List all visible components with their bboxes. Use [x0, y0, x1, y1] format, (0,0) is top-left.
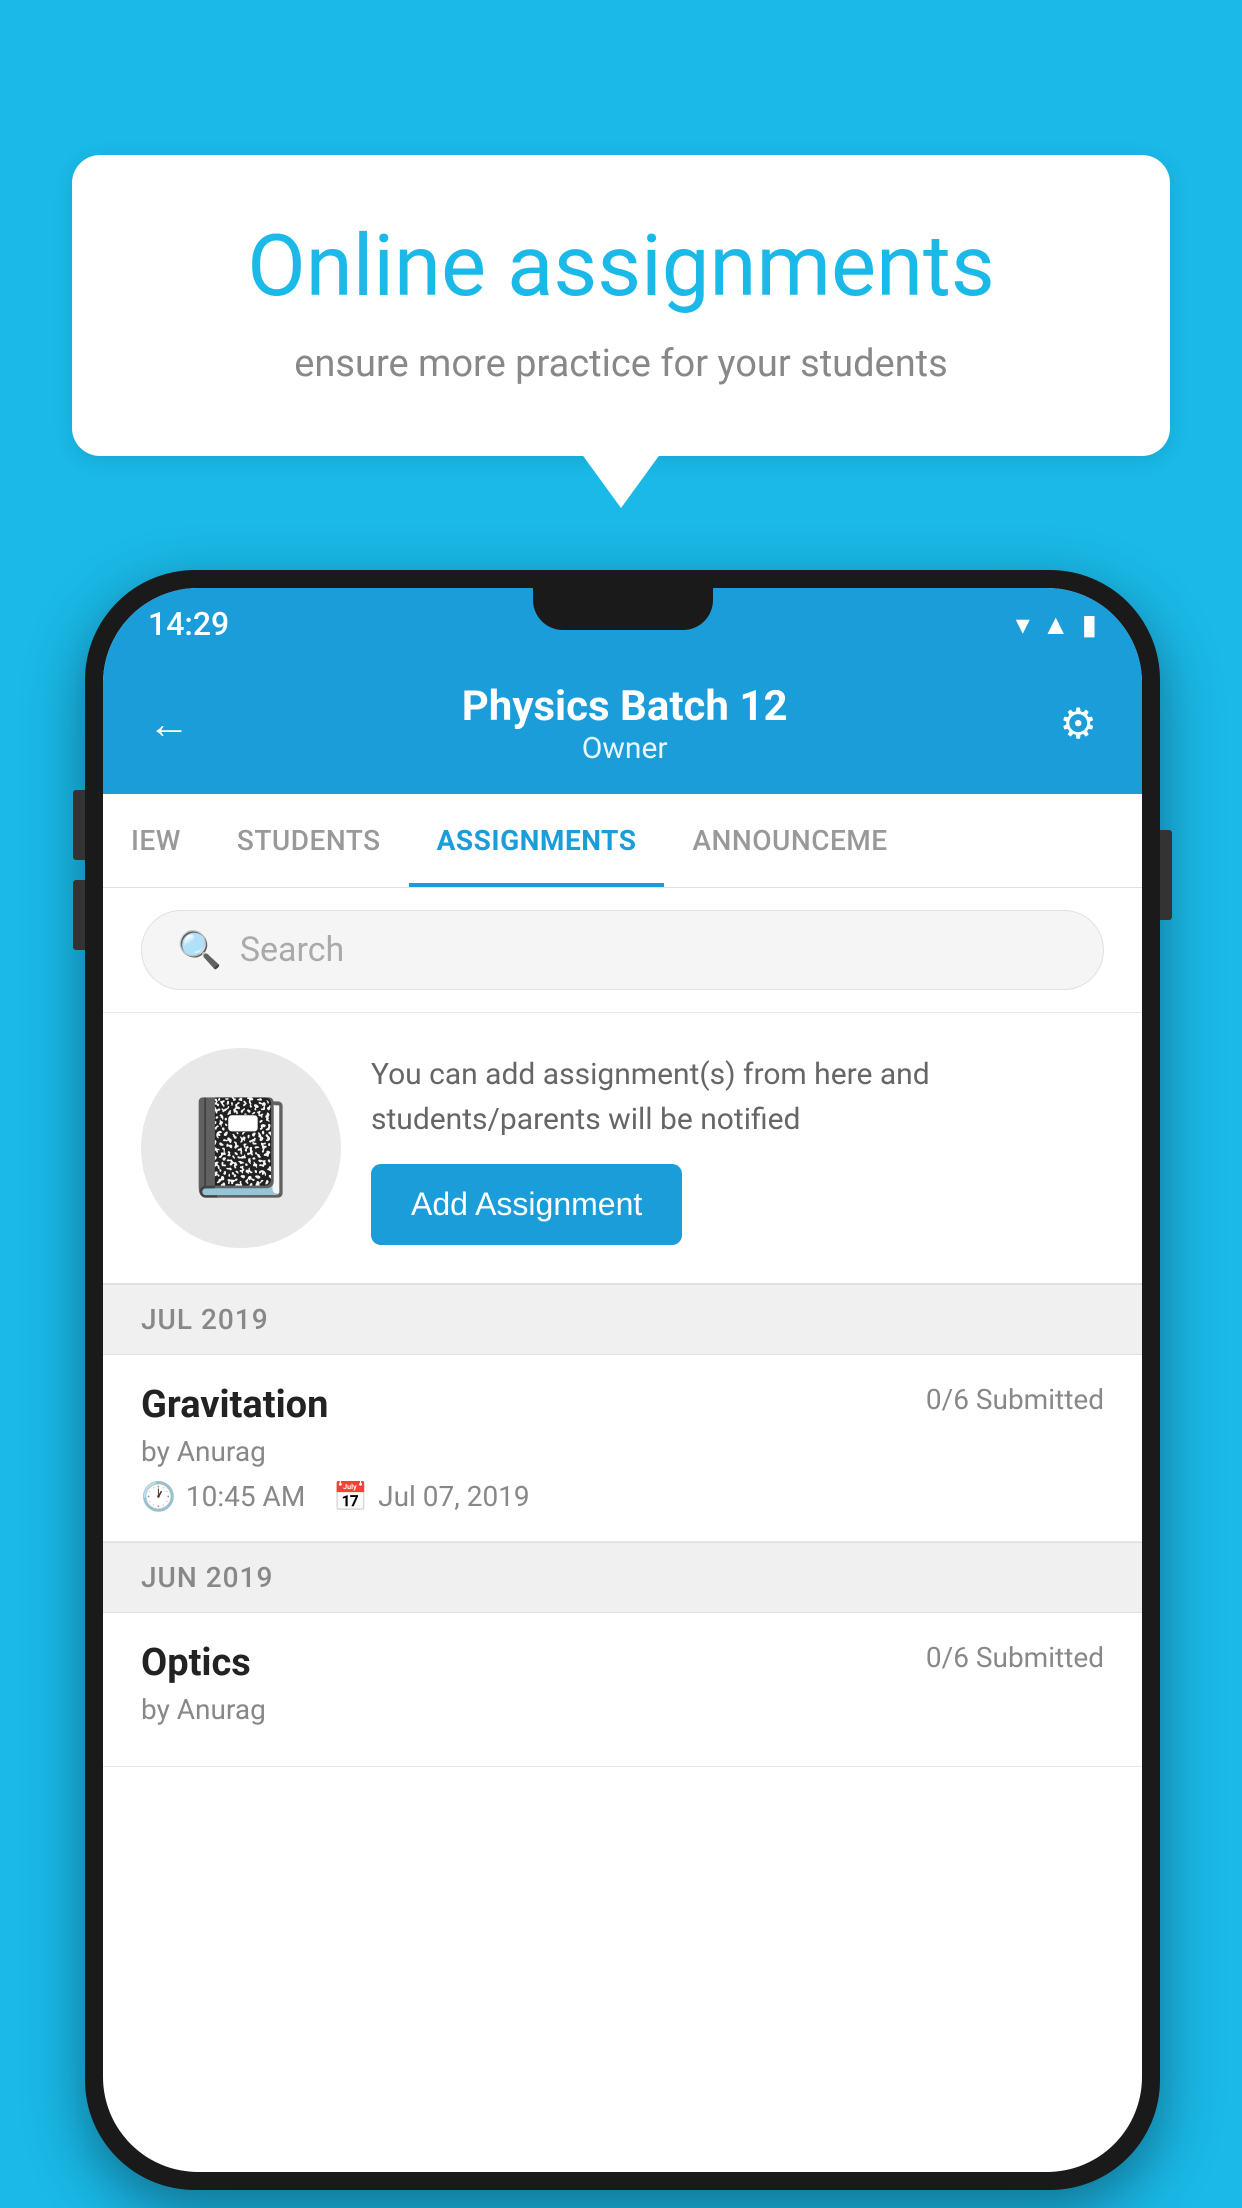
tab-announcements[interactable]: ANNOUNCEME: [664, 794, 915, 887]
header-center: Physics Batch 12 Owner: [462, 682, 788, 766]
bubble-title: Online assignments: [152, 220, 1090, 314]
assignment-author-optics: by Anurag: [141, 1693, 1104, 1726]
tab-iew[interactable]: IEW: [103, 794, 209, 887]
clock-icon: 🕐: [141, 1480, 176, 1513]
add-assignment-promo: 📓 You can add assignment(s) from here an…: [103, 1013, 1142, 1284]
promo-icon-wrap: 📓: [141, 1048, 341, 1248]
phone-notch: [533, 588, 713, 630]
search-container: 🔍 Search: [103, 888, 1142, 1013]
assignment-author-gravitation: by Anurag: [141, 1435, 1104, 1468]
tab-assignments[interactable]: ASSIGNMENTS: [409, 794, 665, 887]
status-icons: ▾ ▲ ▮: [1016, 608, 1097, 641]
time-value: 10:45 AM: [186, 1480, 305, 1513]
assignment-gravitation[interactable]: Gravitation 0/6 Submitted by Anurag 🕐 10…: [103, 1355, 1142, 1542]
assignment-name-gravitation: Gravitation: [141, 1383, 328, 1427]
assignment-top-optics: Optics 0/6 Submitted: [141, 1641, 1104, 1685]
promo-text: You can add assignment(s) from here and …: [371, 1052, 1104, 1142]
tab-students[interactable]: STUDENTS: [209, 794, 409, 887]
add-assignment-button[interactable]: Add Assignment: [371, 1164, 682, 1245]
section-header-jun: JUN 2019: [103, 1542, 1142, 1613]
phone-mockup: 14:29 ▾ ▲ ▮ ← Physics Batch 12 Owner ⚙ I…: [85, 570, 1160, 2190]
section-label-jun: JUN 2019: [141, 1561, 273, 1594]
assignment-submitted-optics: 0/6 Submitted: [926, 1641, 1104, 1674]
assignment-name-optics: Optics: [141, 1641, 251, 1685]
header-title: Physics Batch 12: [462, 682, 788, 731]
tabs-container: IEW STUDENTS ASSIGNMENTS ANNOUNCEME: [103, 794, 1142, 888]
section-label-jul: JUL 2019: [141, 1303, 269, 1336]
status-time: 14:29: [148, 605, 229, 643]
speech-bubble-container: Online assignments ensure more practice …: [72, 155, 1170, 456]
header-subtitle: Owner: [462, 731, 788, 766]
wifi-icon: ▾: [1016, 608, 1030, 641]
power-button: [1160, 830, 1172, 920]
search-bar[interactable]: 🔍 Search: [141, 910, 1104, 990]
section-header-jul: JUL 2019: [103, 1284, 1142, 1355]
settings-icon[interactable]: ⚙: [1059, 699, 1097, 749]
promo-content: You can add assignment(s) from here and …: [371, 1052, 1104, 1245]
search-icon: 🔍: [177, 929, 222, 971]
signal-icon: ▲: [1042, 608, 1070, 641]
assignment-optics[interactable]: Optics 0/6 Submitted by Anurag: [103, 1613, 1142, 1767]
meta-time-gravitation: 🕐 10:45 AM: [141, 1480, 305, 1513]
notebook-icon: 📓: [182, 1093, 300, 1204]
app-header: ← Physics Batch 12 Owner ⚙: [103, 660, 1142, 794]
speech-bubble: Online assignments ensure more practice …: [72, 155, 1170, 456]
phone-screen: 14:29 ▾ ▲ ▮ ← Physics Batch 12 Owner ⚙ I…: [103, 588, 1142, 2172]
search-placeholder: Search: [240, 930, 344, 970]
date-value: Jul 07, 2019: [378, 1480, 530, 1513]
bubble-subtitle: ensure more practice for your students: [152, 342, 1090, 386]
phone-outer: 14:29 ▾ ▲ ▮ ← Physics Batch 12 Owner ⚙ I…: [85, 570, 1160, 2190]
battery-icon: ▮: [1082, 608, 1097, 641]
back-button[interactable]: ←: [148, 700, 190, 749]
assignment-meta-gravitation: 🕐 10:45 AM 📅 Jul 07, 2019: [141, 1480, 1104, 1513]
calendar-icon: 📅: [333, 1480, 368, 1513]
volume-down-button: [73, 880, 85, 950]
assignment-top: Gravitation 0/6 Submitted: [141, 1383, 1104, 1427]
volume-up-button: [73, 790, 85, 860]
meta-date-gravitation: 📅 Jul 07, 2019: [333, 1480, 529, 1513]
assignment-submitted-gravitation: 0/6 Submitted: [926, 1383, 1104, 1416]
